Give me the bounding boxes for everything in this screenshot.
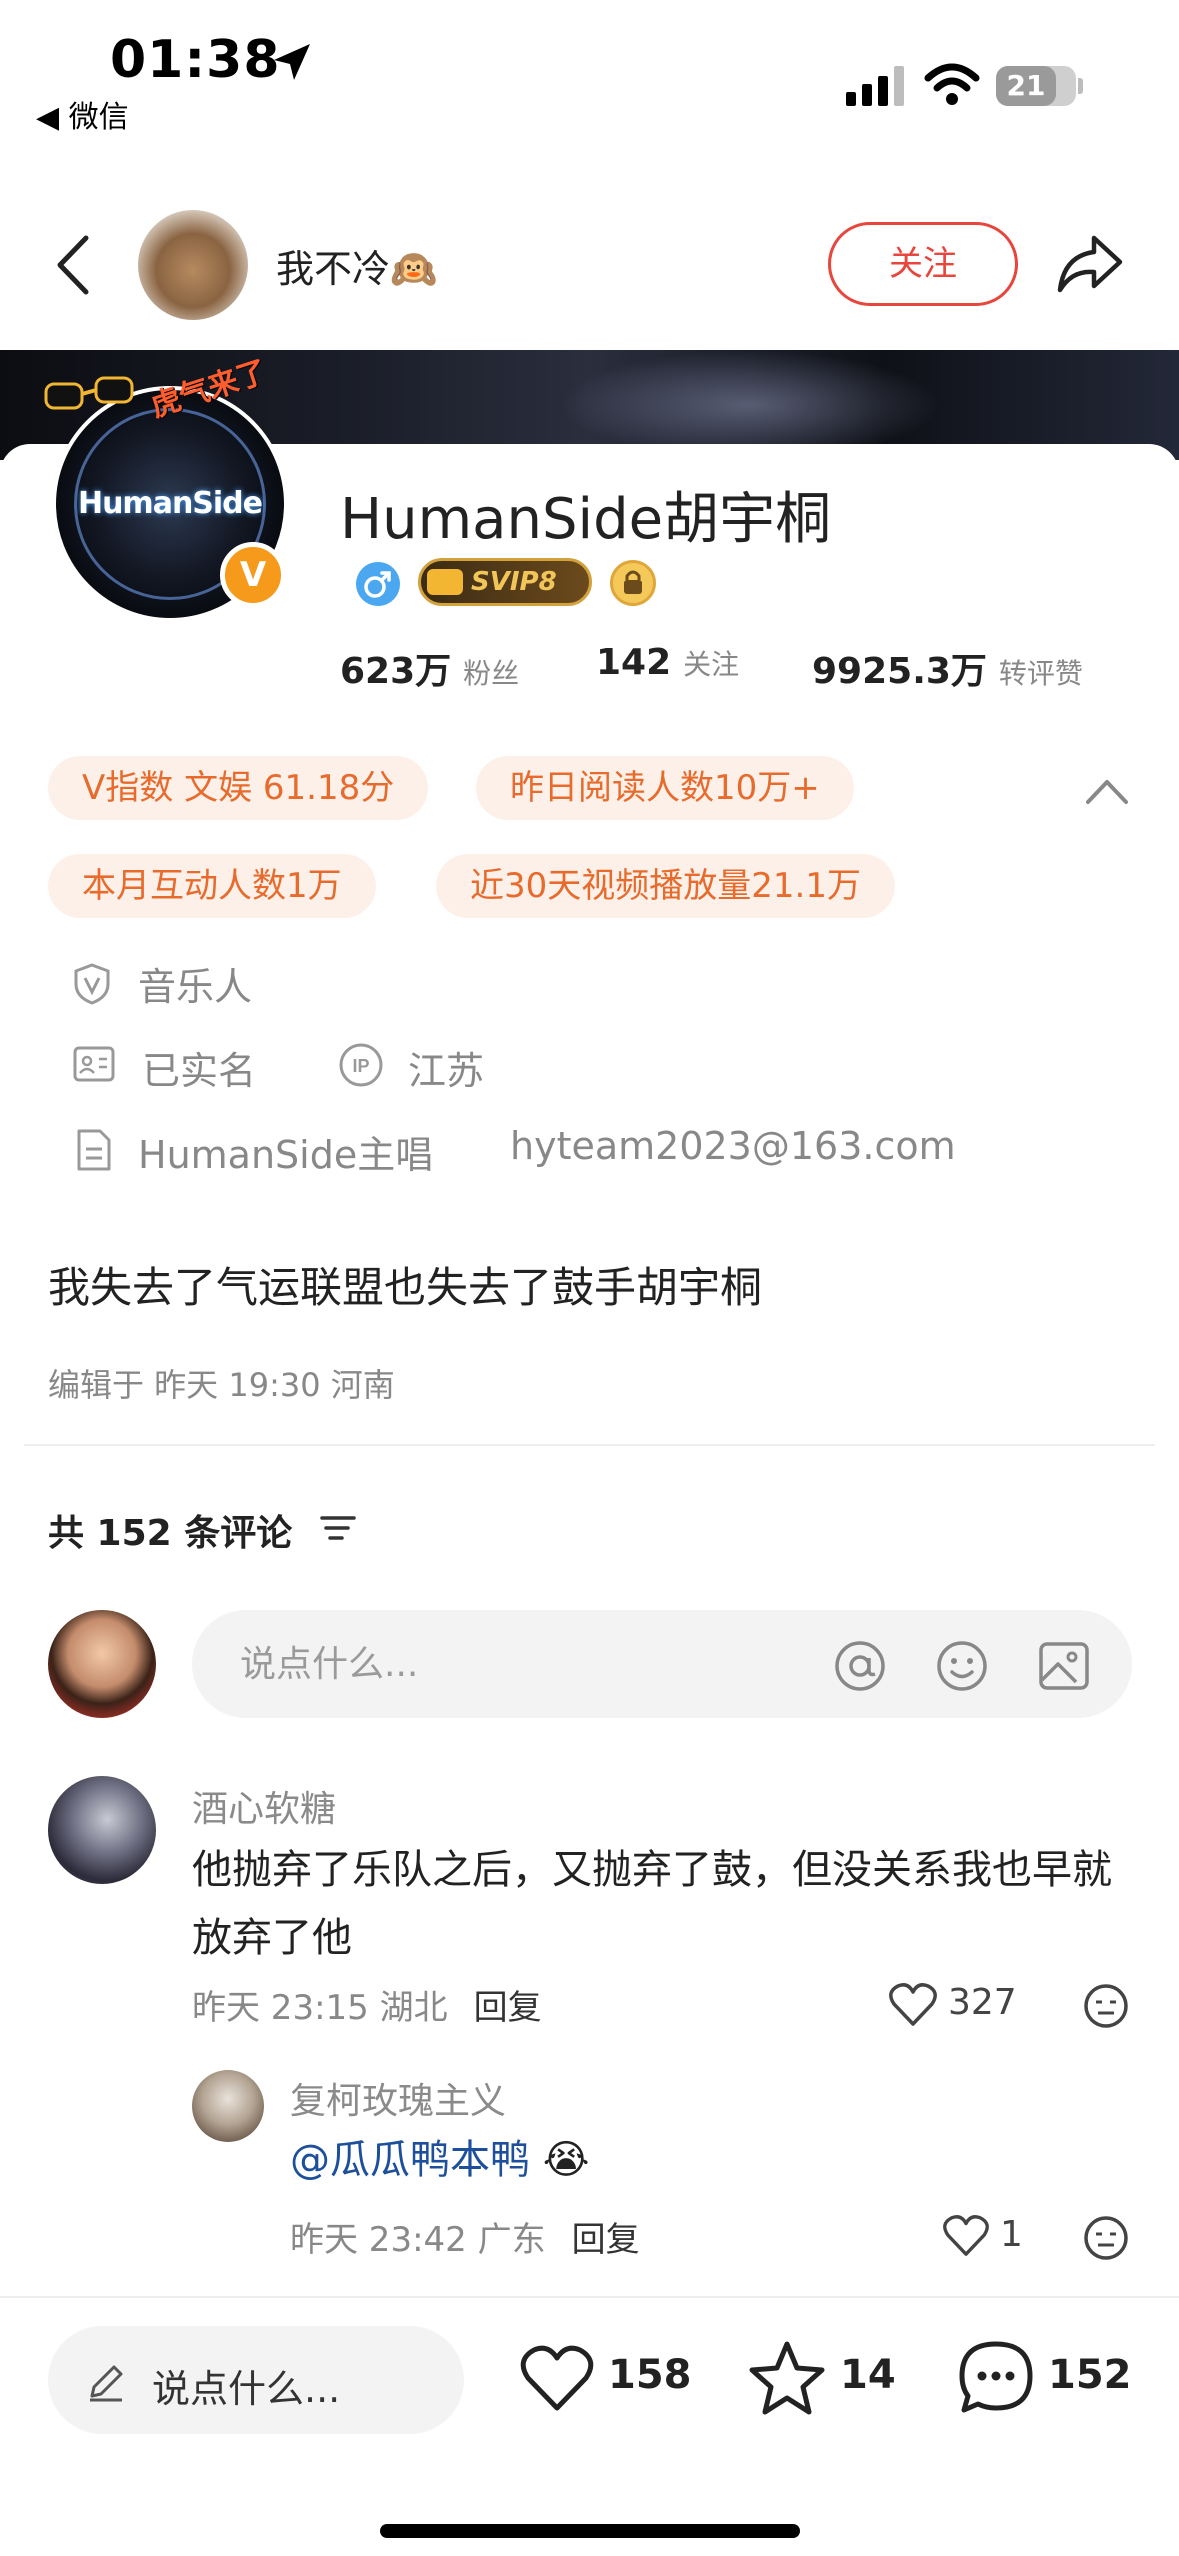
header-username[interactable]: 我不冷🙉: [276, 238, 437, 293]
ip-icon: IP: [339, 1043, 383, 1087]
stat-label: 粉丝: [463, 657, 520, 690]
like-count: 158: [608, 2352, 692, 2398]
reply-like-count: 1: [1000, 2214, 1023, 2255]
header-avatar[interactable]: [138, 210, 248, 320]
wifi-icon: [924, 63, 980, 105]
verified-v-badge: V: [220, 542, 286, 608]
bottom-comment-input[interactable]: 说点什么...: [48, 2326, 464, 2434]
bio-text: HumanSide主唱: [138, 1133, 434, 1177]
email-text[interactable]: hyteam2023@163.com: [510, 1124, 956, 1168]
home-indicator: [380, 2524, 800, 2538]
category-text: 音乐人: [138, 965, 253, 1009]
comment-input[interactable]: [240, 1634, 760, 1694]
svip-label: SVIP8: [471, 567, 557, 597]
comment-input-box[interactable]: [192, 1610, 1132, 1718]
verified-shield-icon: [74, 963, 110, 1005]
tag-v-index[interactable]: V指数 文娱 61.18分: [48, 756, 429, 820]
chevron-up-icon[interactable]: [1084, 776, 1130, 806]
tag-daily-readers[interactable]: 昨日阅读人数10万+: [476, 756, 854, 820]
comment-text: 他抛弃了乐队之后，又抛弃了鼓，但没关系我也早就放弃了他: [192, 1847, 1112, 1961]
commenter-name[interactable]: 酒心软糖: [192, 1780, 336, 1832]
tag-monthly-interactions[interactable]: 本月互动人数1万: [48, 854, 376, 918]
document-icon: [77, 1129, 111, 1171]
status-time: 01:38: [110, 30, 281, 90]
dislike-face-icon[interactable]: [1082, 2214, 1130, 2262]
dislike-face-icon[interactable]: [1082, 1982, 1130, 2030]
stat-label: 关注: [683, 648, 740, 681]
like-button[interactable]: 158: [518, 2338, 692, 2418]
my-avatar[interactable]: [48, 1610, 156, 1718]
reply-emoji: 😭: [542, 2137, 590, 2183]
mention-link[interactable]: @瓜瓜鸭本鸭: [290, 2137, 530, 2183]
at-icon[interactable]: [832, 1638, 888, 1694]
comment-meta: 昨天 23:15 湖北 回复: [192, 1980, 542, 2029]
sort-icon[interactable]: [318, 1510, 358, 1546]
stat-fans[interactable]: 623万 粉丝: [340, 642, 519, 694]
reply-button[interactable]: 回复: [572, 2220, 640, 2260]
status-bar: 01:38 ◀ 微信 21: [0, 0, 1179, 140]
reply-text: @瓜瓜鸭本鸭 😭: [290, 2126, 589, 2194]
svip-badge[interactable]: SVIP8: [418, 558, 592, 606]
replier-name[interactable]: 复柯玫瑰主义: [290, 2072, 506, 2124]
profile-name: HumanSide胡宇桐: [340, 487, 832, 552]
stat-label: 转评赞: [998, 657, 1083, 690]
post-text: 我失去了气运联盟也失去了鼓手胡宇桐: [48, 1263, 763, 1312]
emoji-icon[interactable]: [934, 1638, 990, 1694]
comment-button[interactable]: 152: [956, 2338, 1146, 2418]
favorite-button[interactable]: 14: [748, 2338, 898, 2418]
location-arrow-icon: [274, 44, 310, 80]
sunglasses-icon: [44, 376, 134, 410]
profile-card: HumanSide 虎气来了 V HumanSide胡宇桐 SVIP8 623万…: [0, 354, 1179, 1224]
favorite-count: 14: [840, 2352, 896, 2398]
stats-row: 623万 粉丝 142 关注 9925.3万 转评赞: [340, 642, 1140, 692]
star-icon: [749, 2341, 825, 2415]
svg-text:IP: IP: [352, 1056, 369, 1076]
heart-icon: [520, 2345, 594, 2411]
ip-location-text: 江苏: [408, 1049, 485, 1093]
bottom-input-label: 说点什么...: [152, 2367, 341, 2411]
stat-following[interactable]: 142 关注: [596, 642, 739, 683]
heart-icon[interactable]: [888, 1982, 938, 2028]
stat-value: 9925.3万: [812, 651, 987, 692]
battery-icon: 21: [996, 66, 1076, 106]
battery-level: 21: [996, 66, 1056, 106]
back-chevron-icon[interactable]: [48, 230, 100, 300]
comment-like-count: 327: [948, 1982, 1017, 2023]
comment-count: 共 152 条评论: [48, 1513, 293, 1554]
reply-time-location: 昨天 23:42 广东: [290, 2220, 546, 2260]
follow-button[interactable]: 关注: [828, 222, 1018, 306]
comment-bubble-icon: [959, 2341, 1033, 2413]
image-icon[interactable]: [1036, 1638, 1092, 1694]
lock-icon[interactable]: [610, 560, 656, 606]
share-icon[interactable]: [1054, 230, 1126, 296]
bottom-action-bar: 说点什么... 158 14 152: [0, 2296, 1179, 2556]
comment-count-bottom: 152: [1048, 2352, 1132, 2398]
svip-crown-icon: [427, 569, 463, 595]
pencil-icon: [90, 2365, 123, 2402]
gender-male-icon: [356, 562, 400, 606]
avatar-sticker: 虎气来了: [40, 354, 290, 425]
replier-avatar[interactable]: [192, 2070, 264, 2142]
back-to-app-link[interactable]: ◀ 微信: [36, 92, 129, 136]
reply-meta: 昨天 23:42 广东 回复: [290, 2212, 640, 2261]
avatar-logo-text: HumanSide: [77, 486, 263, 521]
comment-time-location: 昨天 23:15 湖北: [192, 1988, 448, 2028]
heart-icon[interactable]: [942, 2214, 990, 2258]
post-meta: 编辑于 昨天 19:30 河南: [48, 1366, 395, 1404]
battery-tip: [1078, 78, 1083, 94]
top-nav: 我不冷🙉 关注: [0, 200, 1179, 330]
stat-value: 623万: [340, 651, 452, 692]
stat-interactions[interactable]: 9925.3万 转评赞: [812, 642, 1083, 694]
realname-text: 已实名: [142, 1049, 257, 1093]
commenter-avatar[interactable]: [48, 1776, 156, 1884]
stat-value: 142: [596, 642, 672, 683]
tag-video-views[interactable]: 近30天视频播放量21.1万: [436, 854, 895, 918]
reply-button[interactable]: 回复: [474, 1988, 542, 2028]
id-card-icon: [73, 1046, 115, 1082]
divider: [24, 1444, 1155, 1446]
signal-icon: [846, 66, 904, 106]
